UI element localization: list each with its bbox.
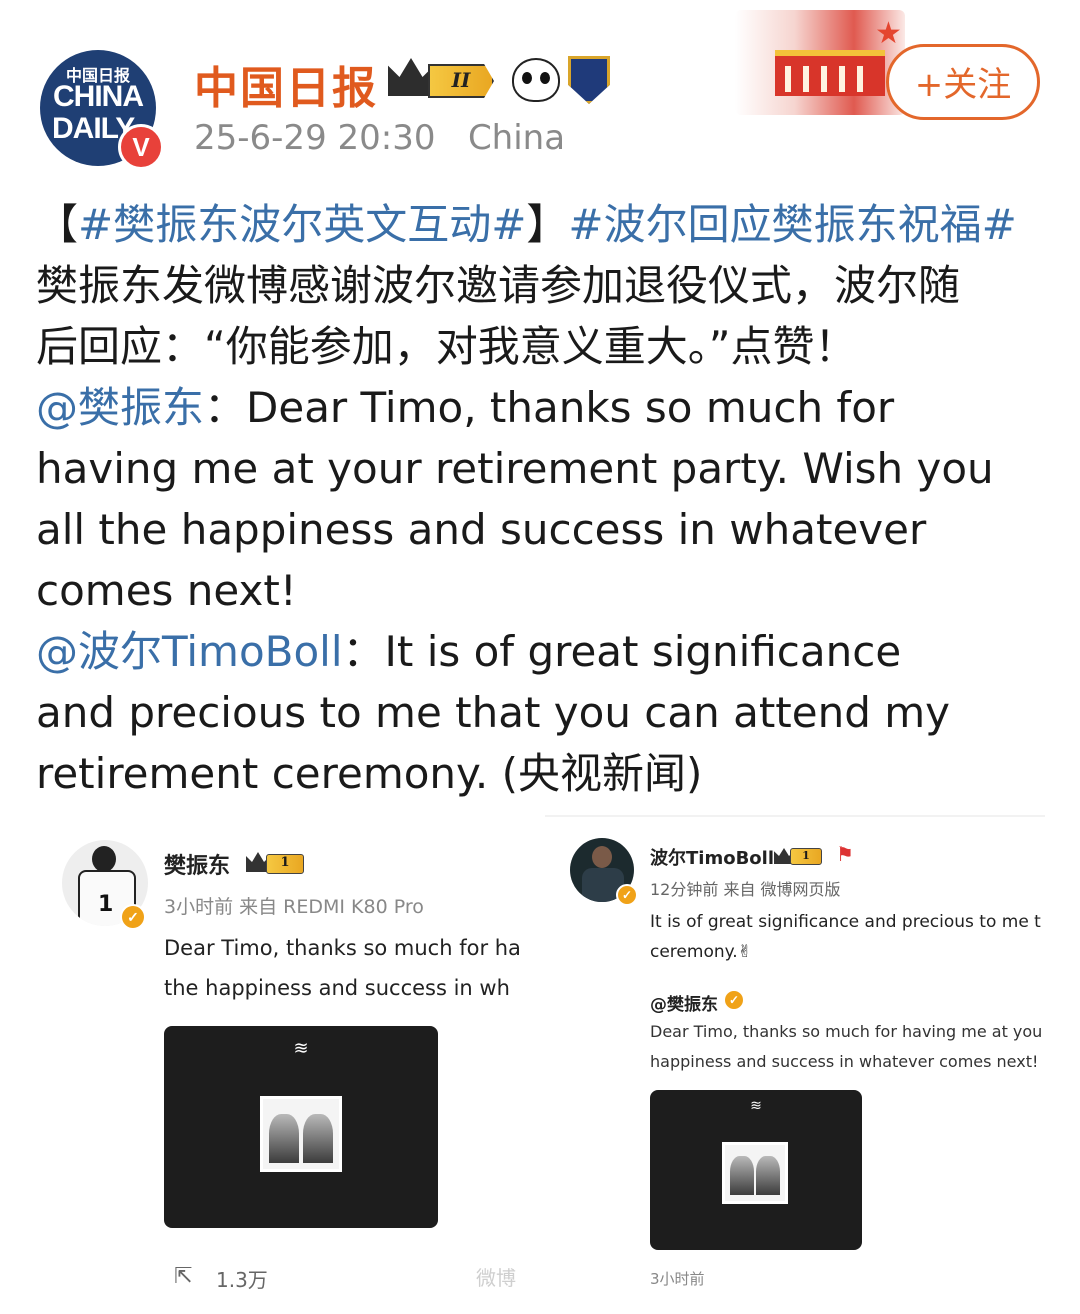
hashtag-link[interactable]: #樊振东波尔英文互动# [78,200,526,249]
quoted-mention[interactable]: @樊振东 [650,990,718,1015]
post-line: 后回应：“你能参加，对我意义重大。”点赞！ [36,322,857,371]
embed-author-name[interactable]: 波尔TimoBoll [650,844,774,870]
weibo-watermark: 微博 [476,1266,516,1290]
post-location: China [467,118,566,158]
repost-icon[interactable]: ⇱ [174,1264,192,1289]
quoted-text: Dear Timo, thanks so much for having me … [650,1022,1043,1041]
verified-badge-icon: ✓ [616,884,638,906]
embed-author-name[interactable]: 樊振东 [164,848,230,880]
repost-count: 1.3万 [216,1268,268,1292]
quote-text: ：Dear Timo, thanks so much for [204,383,895,432]
quote-text: having me at your retirement party. Wish… [36,444,994,493]
embed-time: 3小时前 [650,1270,705,1288]
printed-photo [722,1142,788,1204]
panda-icon[interactable] [512,58,560,102]
quote-text: ：It is of great significance [342,627,902,676]
mention-link[interactable]: @樊振东 [36,383,204,432]
divider [545,815,1045,817]
printed-photo [260,1096,342,1172]
embed-text: Dear Timo, thanks so much for ha [164,936,521,960]
member-crown-badge[interactable]: II [388,58,500,98]
embed-meta: 3小时前 来自 REDMI K80 Pro [164,896,424,918]
quote-text: comes next! [36,566,297,615]
post-meta: 25-6-29 20:30 China [194,118,565,158]
tiananmen-graphic [775,50,885,96]
member-level: 1 [266,854,304,874]
verified-badge-icon: ✓ [724,990,744,1010]
post-text: 【#樊振东波尔英文互动#】#波尔回应樊振东祝福# 樊振东发微博感谢波尔邀请参加退… [36,194,1056,804]
wifi-icon: ≋ [750,1098,762,1114]
header-banner-decoration: ★ [735,10,905,115]
embed-text: It is of great significance and precious… [650,912,1041,932]
member-level: 1 [790,848,822,865]
bracket-open: 【 [36,200,79,249]
embed-text: the happiness and success in wh [164,976,510,1000]
quote-text: retirement ceremony. (央视新闻) [36,749,703,798]
wifi-icon: ≋ [293,1038,309,1059]
embed-meta: 12分钟前 来自 微博网页版 [650,880,841,899]
police-shield-icon[interactable] [568,56,610,104]
embedded-post-right[interactable]: ✓ 波尔TimoBoll 1 ⚑ 12分钟前 来自 微博网页版 It is of… [560,828,1050,1298]
author-name[interactable]: 中国日报 [194,52,378,116]
member-level: II [428,64,494,98]
avatar-logo-line1: CHINA [53,80,144,113]
follow-button[interactable]: +关注 [886,44,1040,120]
verified-badge-icon: ✓ [120,904,146,930]
star-icon: ★ [875,16,902,51]
bracket-close: 】 [526,200,569,249]
crown-icon [388,58,434,96]
mention-link[interactable]: @波尔TimoBoll [36,627,343,676]
post-line: 樊振东发微博感谢波尔邀请参加退役仪式，波尔随 [36,261,961,310]
embed-photo[interactable]: ≋ [164,1026,438,1228]
hashtag-link[interactable]: #波尔回应樊振东祝福# [568,200,1016,249]
quoted-text: happiness and success in whatever comes … [650,1052,1039,1071]
quote-text: and precious to me that you can attend m… [36,688,951,737]
flag-icon: ⚑ [836,842,854,866]
embed-text: ceremony.✌ [650,942,752,962]
embed-photo[interactable]: ≋ [650,1090,862,1250]
post-timestamp: 25-6-29 20:30 [194,118,436,158]
embedded-post-left[interactable]: 1 ✓ 樊振东 1 3小时前 来自 REDMI K80 Pro Dear Tim… [50,830,540,1300]
quote-text: all the happiness and success in whateve… [36,505,927,554]
jersey-number: 1 [98,892,114,917]
verified-badge-icon: V [118,124,164,170]
